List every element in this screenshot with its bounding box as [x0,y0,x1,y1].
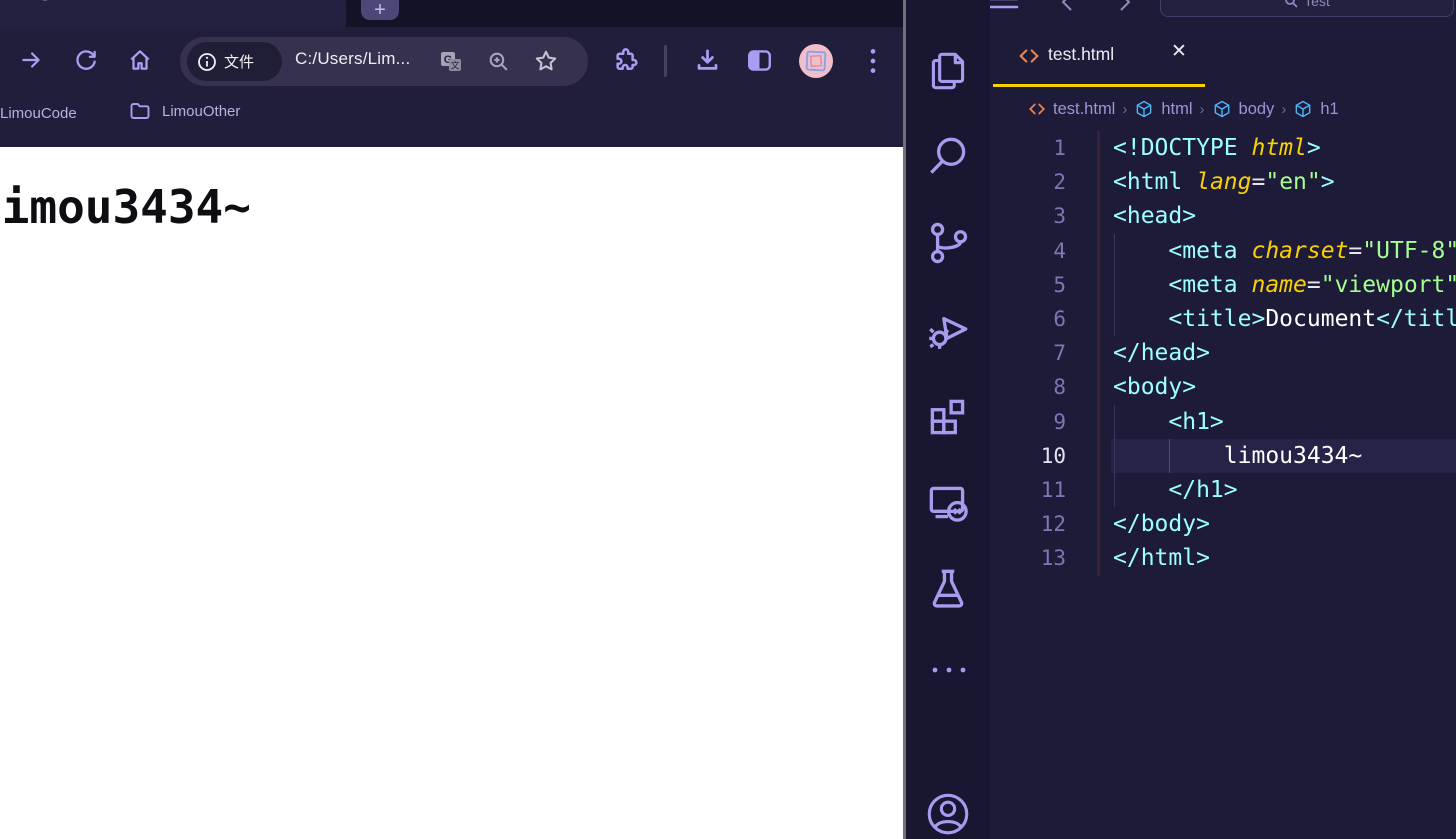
vscode-window: Test test.html ✕ test.html › html › body… [903,0,1456,839]
code-text: </body> [1113,511,1210,538]
workspace-name: Test [1304,0,1330,9]
browser-tab-document[interactable]: Document ✕ [0,0,346,27]
line-number: 4 [1053,238,1066,263]
browser-window: Document ✕ + 文件 C:/Users/Lim... G文 [0,0,903,839]
breadcrumb-h1[interactable]: h1 [1320,100,1338,119]
code-line[interactable]: 8 <body> [906,370,1456,404]
folder-icon [130,103,150,119]
more-actions-icon[interactable] [930,655,968,685]
editor-tab-testhtml[interactable]: test.html ✕ [993,26,1205,87]
code-text: <html lang="en"> [1113,169,1335,196]
download-icon[interactable] [693,46,722,75]
svg-text:文: 文 [450,60,459,71]
bookmark-label: LimouOther [162,102,241,120]
editor-tab-close-icon[interactable]: ✕ [1171,40,1187,63]
browser-chrome: Document ✕ + 文件 C:/Users/Lim... G文 [0,0,903,147]
code-line[interactable]: 4 <meta charset="UTF-8" [906,234,1456,268]
code-text: <h1> [1113,408,1224,435]
site-info-chip[interactable]: 文件 [187,42,282,81]
code-line[interactable]: 12 </body> [906,507,1456,541]
breadcrumb-body[interactable]: body [1239,100,1275,119]
code-text: </h1> [1113,476,1238,503]
url-text[interactable]: C:/Users/Lim... [295,49,410,69]
bookmark-item-limouother[interactable]: LimouOther [128,99,240,123]
code-text: <meta name="viewport" [1113,271,1456,298]
line-number: 12 [1040,512,1066,537]
code-line[interactable]: 9 <h1> [906,405,1456,439]
line-number: 2 [1053,170,1066,195]
code-text: </head> [1113,340,1210,367]
address-bar[interactable]: 文件 C:/Users/Lim... G文 [180,37,588,86]
code-line[interactable]: 13 </html> [906,541,1456,575]
line-number: 11 [1040,477,1066,502]
home-icon[interactable] [127,47,153,73]
account-icon[interactable] [923,789,973,839]
chevron-right-icon: › [1199,100,1205,118]
code-line[interactable]: 2 <html lang="en"> [906,165,1456,199]
extensions-puzzle-icon[interactable] [612,45,642,75]
page-h1-heading: limou3434~ [0,180,251,234]
breadcrumb-html[interactable]: html [1161,100,1192,119]
code-line[interactable]: 3 <head> [906,199,1456,233]
code-icon [1028,103,1046,115]
editor-tab-label: test.html [1048,44,1115,64]
line-number: 7 [1053,341,1066,366]
nav-back-icon[interactable] [1058,0,1078,12]
line-number: 6 [1053,306,1066,331]
code-text: limou3434~ [1113,442,1363,469]
reload-icon[interactable] [73,47,99,73]
line-number: 10 [1040,443,1066,468]
bookmark-item-limoucode[interactable]: LimouCode [0,105,77,123]
site-chip-label: 文件 [224,54,255,71]
line-number: 5 [1053,272,1066,297]
chevron-right-icon: › [1122,100,1128,118]
tab-favicon-icon [35,0,55,2]
zoom-icon[interactable] [486,49,511,74]
chevron-right-icon: › [1281,100,1287,118]
code-editor[interactable]: 1 <!DOCTYPE html> 2 <html lang="en"> 3 <head>… [906,131,1456,575]
html-file-icon [1018,45,1040,67]
cube-icon [1214,100,1229,118]
cube-icon [1295,100,1311,118]
search-small-icon [1285,0,1298,8]
line-number: 8 [1053,375,1066,400]
translate-icon[interactable]: G文 [438,49,464,75]
code-line[interactable]: 1 <!DOCTYPE html> [906,131,1456,165]
menu-hamburger-icon[interactable] [985,0,1019,10]
code-line[interactable]: 7 </head> [906,336,1456,370]
code-line[interactable]: 6 <title>Document</title [906,302,1456,336]
breadcrumb-file[interactable]: test.html [1053,100,1115,119]
line-number: 3 [1053,204,1066,229]
code-text: <title>Document</title [1113,305,1456,332]
kebab-menu-icon[interactable] [860,46,886,76]
code-text: </html> [1113,545,1210,572]
tab-strip: Document ✕ + [0,0,903,27]
new-tab-button[interactable]: + [361,0,399,21]
tab-title: Document [58,0,122,3]
tab-close-icon[interactable]: ✕ [304,0,317,2]
code-text: <meta charset="UTF-8" [1113,237,1456,264]
cube-icon [1136,100,1152,118]
sidebar-split-icon[interactable] [745,46,774,75]
code-line[interactable]: 5 <meta name="viewport" [906,268,1456,302]
line-number: 13 [1040,546,1066,571]
forward-icon[interactable] [18,47,44,73]
command-center-search[interactable]: Test [1160,0,1454,17]
breadcrumb: test.html › html › body › h1 [1028,95,1339,123]
toolbar-divider [664,45,667,77]
info-icon [198,52,216,71]
line-number: 9 [1053,409,1066,434]
explorer-icon[interactable] [923,46,973,96]
line-number: 1 [1053,136,1066,160]
code-line[interactable]: 10 limou3434~ [906,439,1456,473]
code-text: <body> [1113,374,1197,401]
bookmark-label: LimouCode [0,105,77,122]
code-text: <head> [1113,203,1197,230]
profile-avatar[interactable] [798,43,834,79]
nav-forward-icon[interactable] [1114,0,1134,12]
code-text: <!DOCTYPE html> [1113,135,1321,161]
code-line[interactable]: 11 </h1> [906,473,1456,507]
bookmark-star-icon[interactable] [533,48,559,74]
